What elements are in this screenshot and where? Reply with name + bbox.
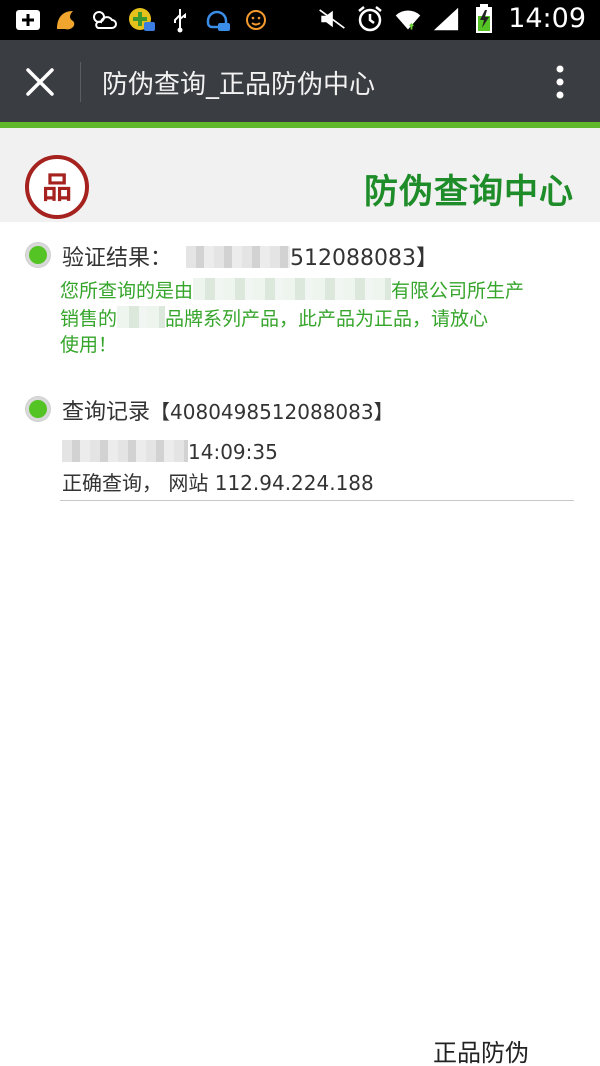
more-options-button[interactable]: [544, 60, 576, 104]
result-line: 验证结果： 512088083】: [62, 240, 438, 272]
record-time-line: 14:09:35: [62, 440, 278, 464]
result-label: 验证结果：: [62, 246, 173, 271]
wifi-icon: [394, 6, 422, 32]
header-band: 品 防伪查询中心: [0, 128, 600, 222]
chat-icon: [204, 7, 232, 33]
status-bar: 14:09: [0, 0, 600, 40]
message-prefix: 您所查询的是由: [60, 280, 194, 302]
redacted-date: [62, 440, 188, 462]
result-message-line3: 使用！: [60, 334, 118, 356]
message-suffix: 有限公司所生产: [391, 280, 525, 302]
app-bar: 防伪查询_正品防伪中心: [0, 40, 600, 122]
alarm-icon: [356, 5, 384, 32]
status-time: 14:09: [508, 3, 586, 34]
record-status-dot: [26, 397, 50, 421]
message-prefix: 销售的: [60, 308, 118, 330]
weather-icon: [90, 7, 118, 33]
footer-text: 正品防伪: [433, 1039, 529, 1066]
close-icon: [26, 68, 54, 96]
appbar-divider: [80, 62, 81, 102]
result-message-line2: 销售的 品牌系列产品，此产品为正品，请放心: [60, 305, 488, 334]
close-button[interactable]: [18, 60, 62, 104]
add-box-icon: [14, 7, 42, 33]
record-code: 【4080498512088083】: [150, 400, 394, 424]
redacted-code: [186, 246, 291, 268]
record-divider: [60, 500, 574, 501]
face-icon: [242, 7, 270, 33]
result-status-dot: [26, 243, 50, 267]
record-line: 查询记录【4080498512088083】: [62, 394, 394, 426]
result-code-tail: 512088083】: [290, 246, 438, 271]
center-title: 防伪查询中心: [364, 172, 574, 212]
record-detail: 正确查询， 网站 112.94.224.188: [62, 471, 374, 495]
record-label: 查询记录: [62, 400, 151, 425]
more-vert-icon: [556, 65, 564, 99]
redacted-brand: [117, 306, 166, 328]
logo-char: 品: [42, 171, 72, 206]
record-time: 14:09:35: [188, 440, 278, 464]
redacted-company: [193, 278, 392, 300]
battery-charging-icon: [470, 3, 498, 33]
page-title: 防伪查询_正品防伪中心: [102, 70, 376, 100]
app-notification-icon: [128, 7, 156, 33]
brand-logo: 品: [24, 154, 90, 224]
message-suffix: 品牌系列产品，此产品为正品，请放心: [165, 308, 489, 330]
signal-icon: [432, 6, 460, 32]
uc-browser-icon: [52, 7, 80, 33]
mute-icon: [318, 6, 346, 32]
usb-icon: [166, 7, 194, 33]
result-message-line1: 您所查询的是由 有限公司所生产: [60, 277, 524, 306]
